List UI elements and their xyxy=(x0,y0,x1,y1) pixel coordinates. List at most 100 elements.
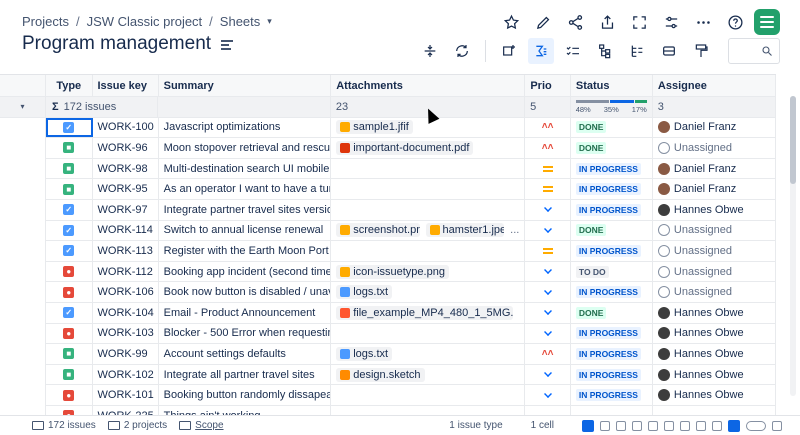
summary-cell[interactable]: Register with the Earth Moon Port Au... xyxy=(159,241,332,261)
assignee-cell[interactable]: Unassigned xyxy=(653,261,776,282)
sum-small-icon[interactable] xyxy=(680,420,690,431)
sheet-menu-icon[interactable] xyxy=(221,40,234,50)
structure-toggle-icon[interactable] xyxy=(632,420,642,431)
more-icon[interactable] xyxy=(690,9,716,35)
footer-scope[interactable]: Scope xyxy=(179,420,224,431)
structure-icon[interactable] xyxy=(624,38,650,64)
footer-scope-link[interactable]: Scope xyxy=(195,420,223,431)
freeze-column-icon[interactable] xyxy=(728,419,740,432)
vertical-scrollbar-thumb[interactable] xyxy=(790,96,796,184)
hierarchy-toggle-icon[interactable] xyxy=(616,420,626,431)
summary-cell[interactable]: Book now button is disabled / unavai... xyxy=(159,282,332,302)
assignee-cell[interactable]: Daniel Franz xyxy=(653,179,776,199)
attachments-cell[interactable] xyxy=(331,385,526,405)
attachment-chip[interactable]: important-document.pdf xyxy=(336,140,474,155)
priority-cell[interactable] xyxy=(525,261,571,282)
type-cell[interactable]: ✓ xyxy=(46,302,93,323)
issue-key-cell[interactable]: WORK-104 xyxy=(93,302,159,323)
table-row[interactable]: ✓ WORK-97 Integrate partner travel sites v… xyxy=(46,199,776,221)
issue-key-cell[interactable]: WORK-99 xyxy=(93,344,159,364)
group-collapse-toggle[interactable]: ▾ xyxy=(0,97,45,118)
sum-toggle-icon[interactable] xyxy=(582,419,594,432)
attachments-cell[interactable] xyxy=(331,323,526,344)
summary-cell[interactable]: Integrate partner travel sites version 3 xyxy=(159,199,332,220)
breadcrumb-projects[interactable]: Projects xyxy=(22,14,69,29)
status-cell[interactable]: IN PROGRESS xyxy=(571,282,653,302)
status-cell[interactable]: IN PROGRESS xyxy=(571,364,653,385)
chevron-down-icon[interactable]: ▾ xyxy=(20,102,24,111)
priority-cell[interactable] xyxy=(525,323,571,344)
attachment-chip[interactable]: sample1.jfif xyxy=(336,120,413,135)
checklist-icon[interactable] xyxy=(560,38,586,64)
mail-icon[interactable] xyxy=(772,420,782,431)
collapse-rows-icon[interactable] xyxy=(417,38,443,64)
status-cell[interactable]: IN PROGRESS xyxy=(571,385,653,405)
attachment-chip[interactable]: file_example_MP4_480_1_5MG.m... xyxy=(336,305,514,320)
priority-cell[interactable] xyxy=(525,199,571,220)
share-icon[interactable] xyxy=(562,9,588,35)
table-row[interactable]: ■ WORK-96 Moon stopover retrieval and resc… xyxy=(46,138,776,159)
priority-cell[interactable] xyxy=(525,364,571,385)
toggle-switch[interactable] xyxy=(746,420,766,431)
assignee-cell[interactable]: Hannes Obwe xyxy=(653,344,776,364)
summary-cell[interactable]: Blocker - 500 Error when requesting... xyxy=(159,323,332,344)
issue-key-cell[interactable]: WORK-97 xyxy=(93,199,159,220)
summary-cell[interactable]: Booking app incident (second time) xyxy=(159,261,332,282)
type-cell[interactable]: ■ xyxy=(46,364,93,385)
priority-cell[interactable] xyxy=(525,241,571,261)
issue-key-cell[interactable]: WORK-112 xyxy=(93,261,159,282)
priority-cell[interactable]: ˄˄ xyxy=(525,138,571,158)
settings-sliders-icon[interactable] xyxy=(658,9,684,35)
attachment-chip[interactable]: logs.txt xyxy=(336,285,393,300)
search-box[interactable] xyxy=(728,38,780,64)
group-row[interactable]: Σ 172 issues 23 5 48% 35% 17% 3 xyxy=(46,97,776,118)
attachments-cell[interactable] xyxy=(331,199,526,220)
table-row[interactable]: ✓ WORK-113 Register with the Earth Moon Po… xyxy=(46,241,776,262)
status-cell[interactable]: DONE xyxy=(571,220,653,241)
type-cell[interactable]: ✓ xyxy=(46,199,93,220)
format-painter-icon[interactable] xyxy=(688,38,714,64)
export-icon[interactable] xyxy=(594,9,620,35)
priority-cell[interactable] xyxy=(525,282,571,302)
table-row[interactable]: ● WORK-112 Booking app incident (second ti… xyxy=(46,261,776,283)
breadcrumb-project[interactable]: JSW Classic project xyxy=(87,14,203,29)
breadcrumb-sheets[interactable]: Sheets xyxy=(220,14,260,29)
issue-key-cell[interactable]: WORK-113 xyxy=(93,241,159,261)
attachments-cell[interactable] xyxy=(331,158,526,179)
type-cell[interactable]: ● xyxy=(46,282,93,302)
summary-cell[interactable]: Integrate all partner travel sites xyxy=(159,364,332,385)
table-row[interactable]: ■ WORK-99 Account settings defaults logs.tx… xyxy=(46,344,776,365)
status-cell[interactable]: TO DO xyxy=(571,261,653,282)
assignee-cell[interactable]: Daniel Franz xyxy=(653,117,776,138)
summary-cell[interactable]: Moon stopover retrieval and rescue ... xyxy=(159,138,332,158)
assignee-cell[interactable]: Hannes Obwe xyxy=(653,199,776,220)
issue-key-cell[interactable]: WORK-95 xyxy=(93,179,159,199)
type-cell[interactable]: ● xyxy=(46,385,93,405)
type-cell[interactable]: ✓ xyxy=(46,117,93,138)
summary-cell[interactable]: Javascript optimizations xyxy=(159,117,332,138)
status-cell[interactable]: DONE xyxy=(571,138,653,158)
type-cell[interactable]: ■ xyxy=(46,344,93,364)
issue-key-cell[interactable]: WORK-102 xyxy=(93,364,159,385)
attachments-cell[interactable]: file_example_MP4_480_1_5MG.m... xyxy=(331,302,526,323)
chevron-down-icon[interactable]: ▾ xyxy=(267,16,272,27)
summary-cell[interactable]: As an operator I want to have a turbo... xyxy=(159,179,332,199)
column-header-attachments[interactable]: Attachments xyxy=(331,75,526,96)
priority-cell[interactable] xyxy=(525,302,571,323)
assignee-cell[interactable]: Daniel Franz xyxy=(653,158,776,179)
column-header-prio[interactable]: Prio xyxy=(525,75,571,96)
table-row[interactable]: ■ WORK-102 Integrate all partner travel si… xyxy=(46,364,776,386)
refresh-icon[interactable] xyxy=(449,38,475,64)
status-cell[interactable]: IN PROGRESS xyxy=(571,344,653,364)
assignee-cell[interactable]: Unassigned xyxy=(653,220,776,241)
attachments-cell[interactable]: logs.txt xyxy=(331,282,526,302)
assignee-cell[interactable]: Unassigned xyxy=(653,241,776,261)
edit-icon[interactable] xyxy=(530,9,556,35)
priority-cell[interactable]: ˄˄ xyxy=(525,344,571,364)
issue-key-cell[interactable]: WORK-100 xyxy=(93,117,159,138)
attachments-cell[interactable]: important-document.pdf xyxy=(331,138,526,158)
priority-cell[interactable] xyxy=(525,220,571,241)
table-row[interactable]: ✓ WORK-114 Switch to annual license renewa… xyxy=(46,220,776,242)
fullscreen-icon[interactable] xyxy=(626,9,652,35)
assignee-cell[interactable]: Hannes Obwe xyxy=(653,364,776,385)
